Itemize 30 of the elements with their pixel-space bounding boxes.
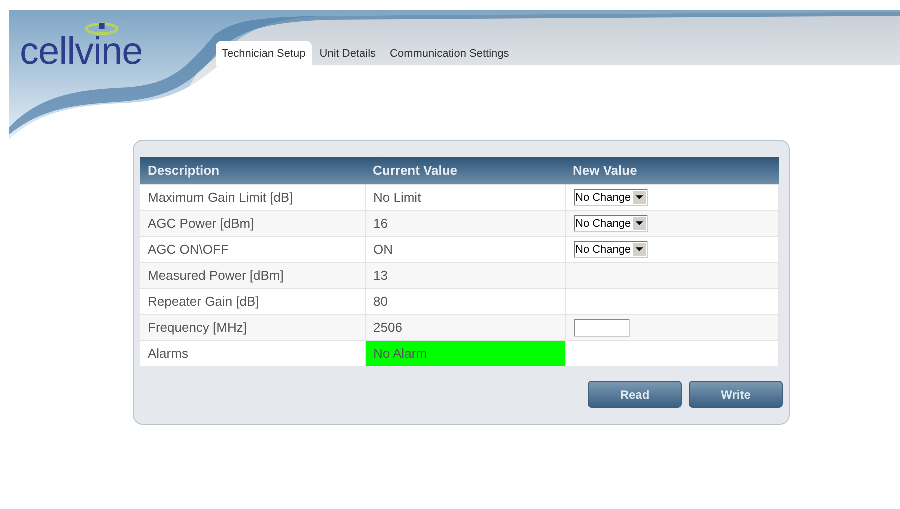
table-cell: AGC Power [dBm] bbox=[140, 210, 365, 236]
table-cell: 2506 bbox=[365, 314, 565, 340]
table-cell: ON bbox=[365, 236, 565, 262]
table-cell: Maximum Gain Limit [dB] bbox=[140, 184, 365, 210]
table-cell: Frequency [MHz] bbox=[140, 314, 365, 340]
column-header: Description bbox=[140, 157, 365, 184]
caret-icon bbox=[633, 191, 646, 204]
column-header: Current Value bbox=[365, 157, 565, 184]
tab[interactable]: Unit Details bbox=[314, 41, 382, 66]
dropdown[interactable]: No Change bbox=[574, 215, 648, 232]
dropdown[interactable]: No Change bbox=[574, 241, 648, 258]
table-cell: Measured Power [dBm] bbox=[140, 262, 365, 288]
table-cell: AGC ON\OFF bbox=[140, 236, 365, 262]
action-button[interactable]: Read bbox=[588, 381, 682, 408]
tab[interactable]: Communication Settings bbox=[384, 41, 516, 66]
action-button[interactable]: Write bbox=[689, 381, 783, 408]
caret-icon bbox=[633, 243, 646, 256]
column-header: New Value bbox=[565, 157, 778, 184]
table-cell: Repeater Gain [dB] bbox=[140, 288, 365, 314]
table-cell: No Alarm bbox=[365, 340, 565, 366]
table-cell: 13 bbox=[365, 262, 565, 288]
caret-icon bbox=[633, 217, 646, 230]
table-cell: No Limit bbox=[365, 184, 565, 210]
table-cell: 16 bbox=[365, 210, 565, 236]
logo-text: cellvine bbox=[20, 36, 143, 68]
table-cell: 80 bbox=[365, 288, 565, 314]
dropdown[interactable]: No Change bbox=[574, 189, 648, 206]
tab[interactable]: Technician Setup bbox=[216, 41, 312, 66]
table-cell: Alarms bbox=[140, 340, 365, 366]
input-field[interactable] bbox=[574, 318, 630, 336]
